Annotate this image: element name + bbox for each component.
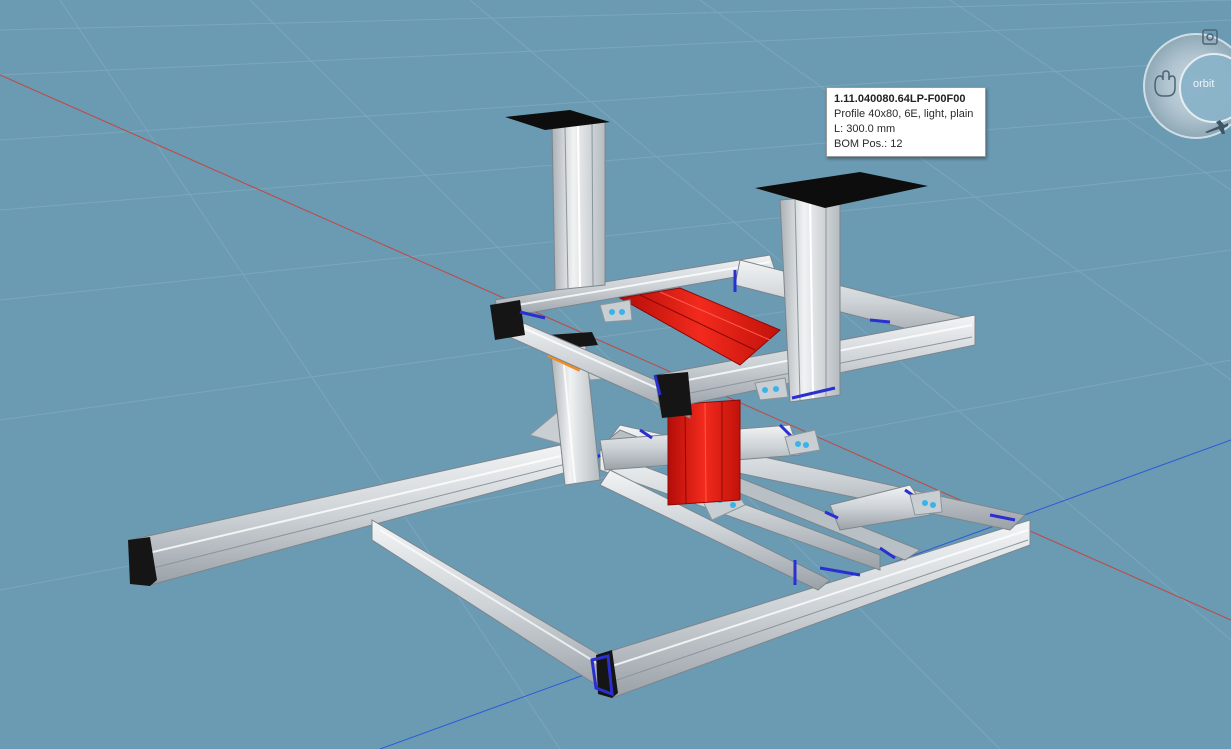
tooltip-length: L: 300.0 mm bbox=[834, 123, 896, 135]
highlighted-profile-horizontal[interactable] bbox=[618, 287, 781, 366]
cad-scene[interactable] bbox=[0, 0, 1231, 749]
tooltip-description: Profile 40x80, 6E, light, plain bbox=[834, 108, 974, 120]
aluminium-frame[interactable] bbox=[128, 110, 1031, 699]
orbit-label[interactable]: orbit bbox=[1193, 78, 1214, 90]
tooltip-bom-position: BOM Pos.: 12 bbox=[834, 138, 903, 150]
3d-viewport[interactable]: orbit 1.11.040080.64LP-F00F00 Profile 40… bbox=[0, 0, 1231, 749]
tooltip-part-number: 1.11.040080.64LP-F00F00 bbox=[834, 93, 966, 105]
navigation-wheel[interactable] bbox=[1143, 29, 1231, 139]
profile-tooltip: 1.11.040080.64LP-F00F00 Profile 40x80, 6… bbox=[826, 87, 986, 157]
